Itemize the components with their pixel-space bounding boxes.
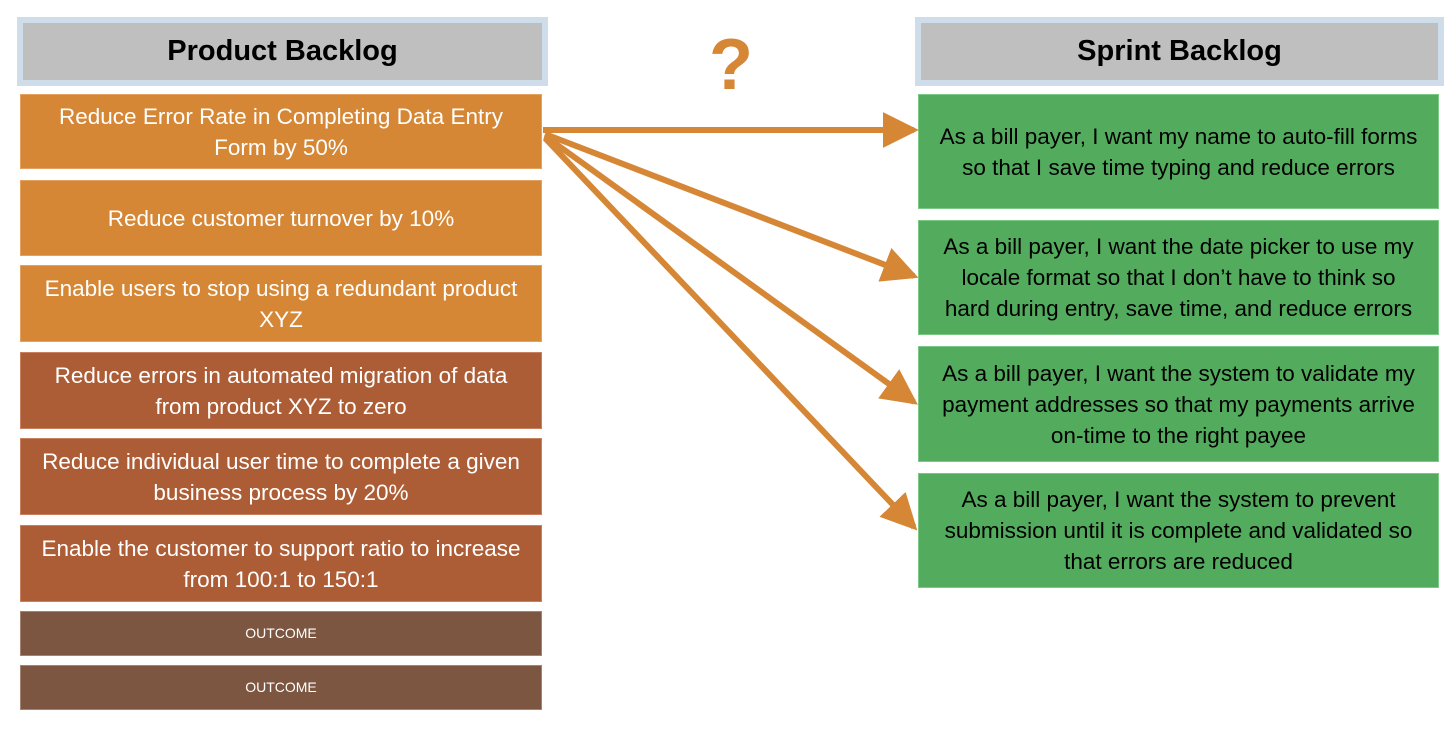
arrow-to-story-4 [542, 135, 918, 531]
connection-arrows [542, 112, 919, 531]
arrow-to-story-2 [543, 131, 919, 282]
arrow-to-story-3 [543, 133, 918, 405]
